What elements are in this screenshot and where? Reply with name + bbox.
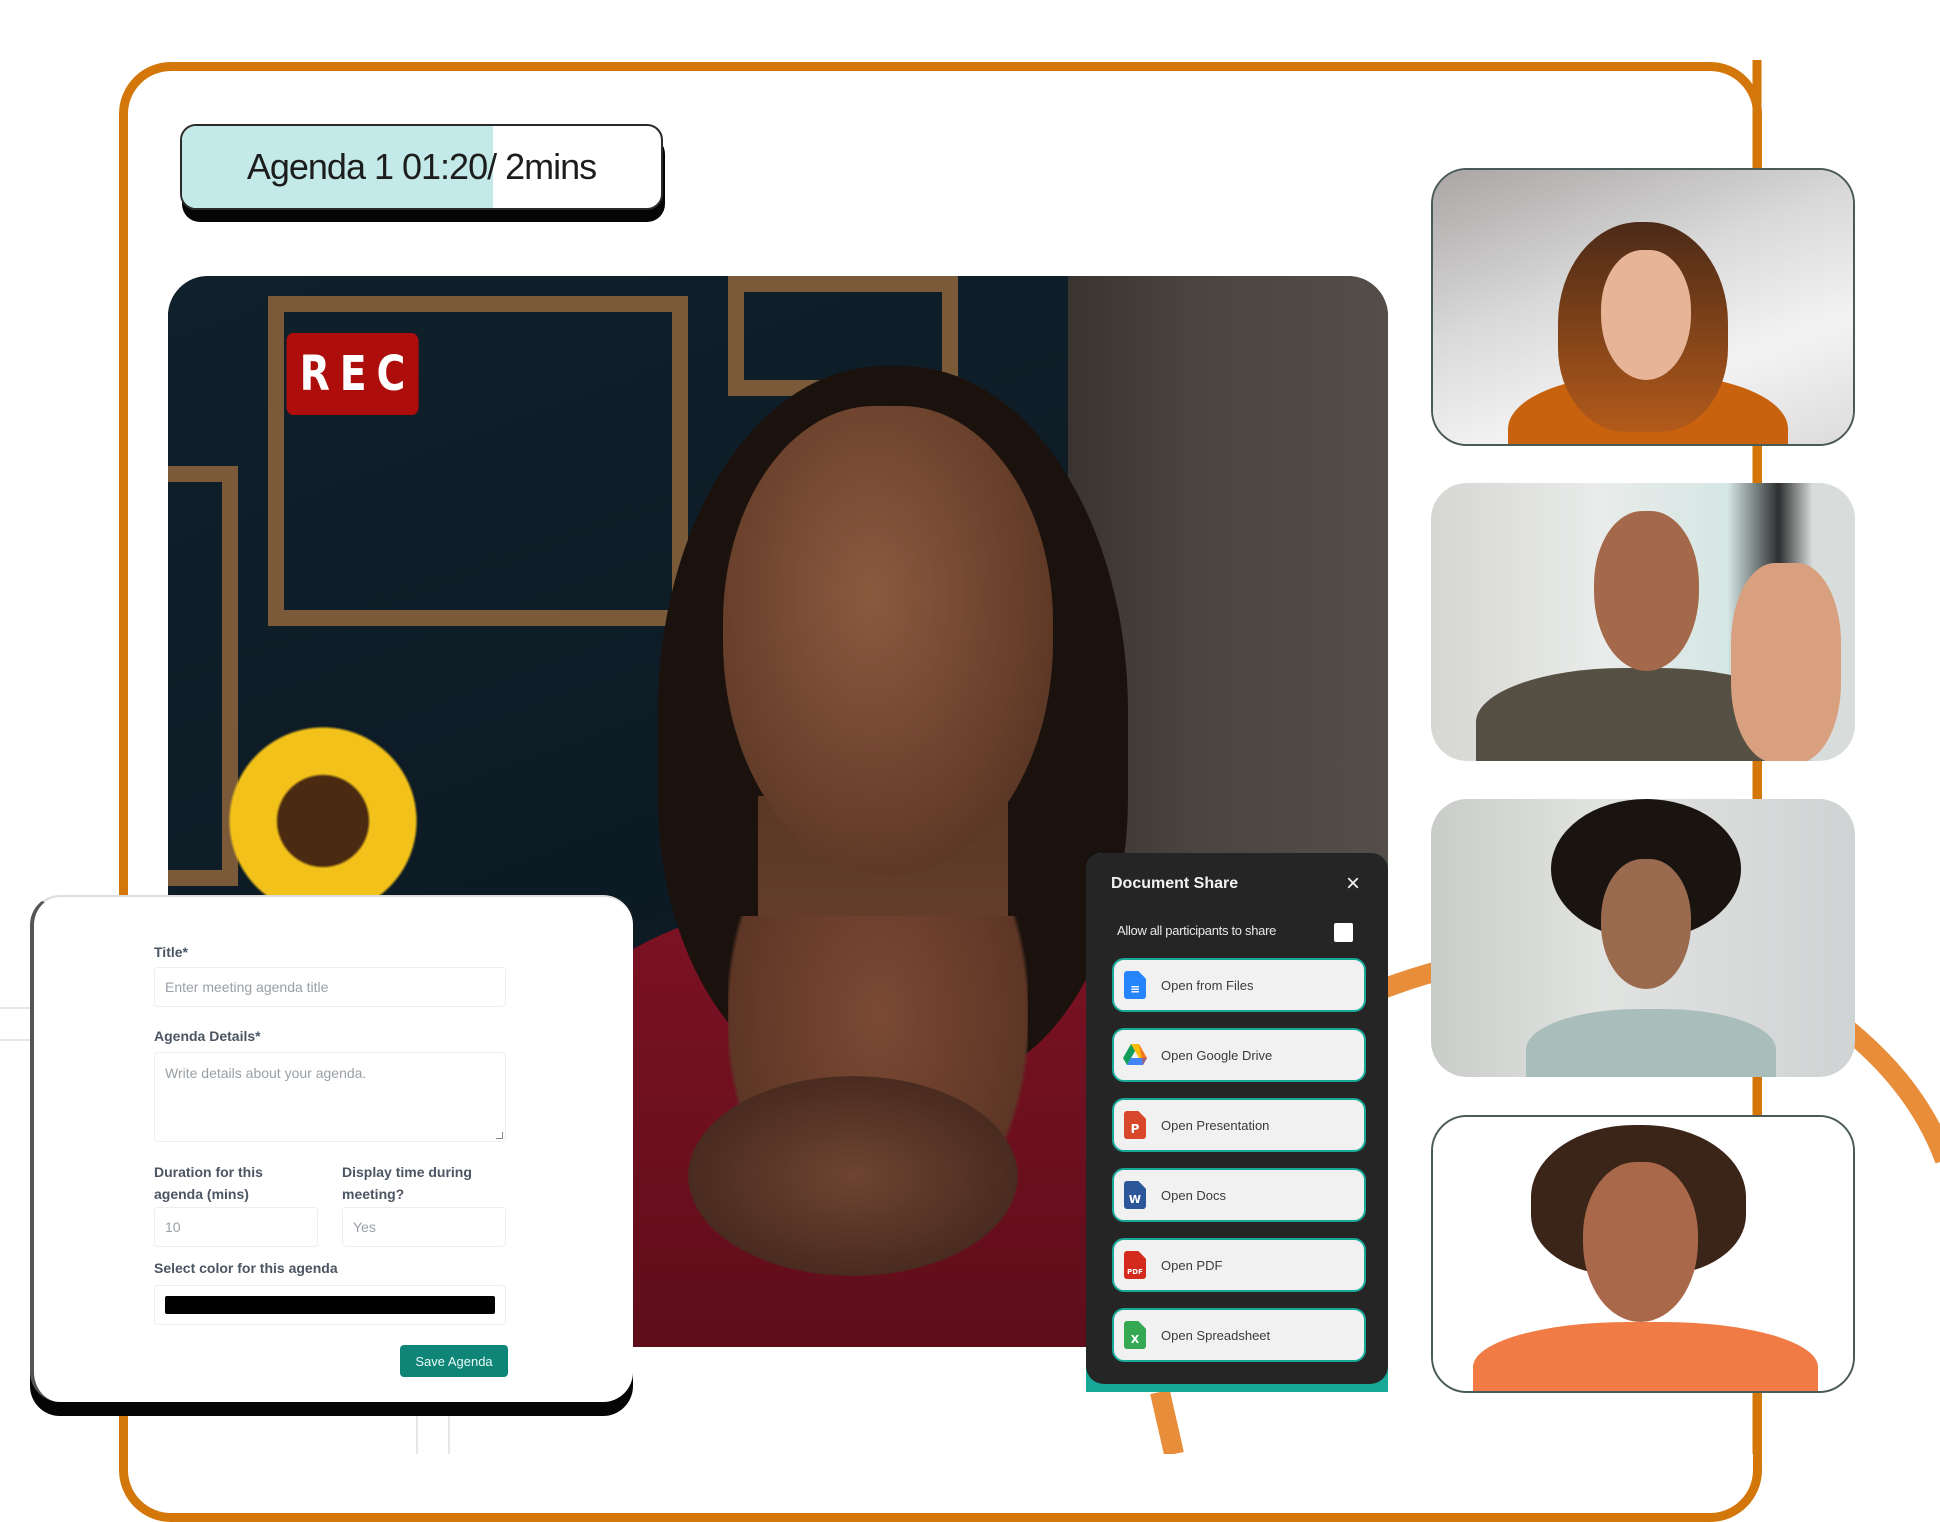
agenda-color-label: Select color for this agenda — [154, 1260, 338, 1276]
open-docs-button[interactable]: W Open Docs — [1112, 1168, 1366, 1222]
agenda-timer: Agenda 1 01:20/ 2mins — [180, 124, 665, 222]
agenda-color-picker[interactable] — [154, 1285, 506, 1325]
word-file-icon: W — [1124, 1181, 1146, 1209]
title-input[interactable]: Enter meeting agenda title — [154, 967, 506, 1007]
allow-all-checkbox[interactable] — [1334, 923, 1353, 942]
participant-tile[interactable] — [1431, 168, 1855, 446]
participant-tile[interactable] — [1431, 1115, 1855, 1393]
participant-clothing — [1473, 1322, 1818, 1391]
agenda-form-card: Title* Enter meeting agenda title Agenda… — [30, 895, 633, 1416]
excel-file-icon: X — [1124, 1321, 1146, 1349]
participant-tile[interactable] — [1431, 483, 1855, 761]
resize-handle[interactable] — [496, 1132, 503, 1139]
participant-waving-hand — [1731, 563, 1841, 761]
display-time-label: Display time during meeting? — [342, 1164, 472, 1202]
participant-clothing — [1526, 1009, 1776, 1077]
participant-tile[interactable] — [1431, 799, 1855, 1077]
document-share-body: Document Share × Allow all participants … — [1086, 853, 1388, 1384]
participant-face — [1594, 511, 1699, 671]
display-time-select[interactable]: Yes — [342, 1207, 506, 1247]
document-share-title: Document Share — [1111, 875, 1239, 892]
option-label: Open PDF — [1161, 1257, 1223, 1273]
agenda-timer-bar: Agenda 1 01:20/ 2mins — [180, 124, 663, 210]
agenda-timer-label: Agenda 1 01:20/ 2mins — [246, 146, 597, 187]
option-label: Open Google Drive — [1161, 1047, 1273, 1063]
duration-input[interactable]: 10 — [154, 1207, 318, 1247]
option-label: Open Presentation — [1161, 1117, 1270, 1133]
save-agenda-button[interactable]: Save Agenda — [400, 1345, 508, 1377]
recording-badge: REC — [286, 333, 419, 415]
open-google-drive-button[interactable]: Open Google Drive — [1112, 1028, 1366, 1082]
google-drive-icon — [1123, 1041, 1147, 1069]
option-label: Open Docs — [1161, 1187, 1227, 1203]
open-presentation-button[interactable]: P Open Presentation — [1112, 1098, 1366, 1152]
agenda-details-label: Agenda Details* — [154, 1028, 261, 1044]
agenda-details-placeholder: Write details about your agenda. — [165, 1065, 367, 1081]
powerpoint-file-icon: P — [1124, 1111, 1146, 1139]
document-share-panel: Document Share × Allow all participants … — [1086, 853, 1388, 1392]
title-label: Title* — [154, 944, 188, 960]
selected-color-swatch — [165, 1296, 495, 1314]
option-label: Open Spreadsheet — [1161, 1327, 1271, 1343]
duration-label: Duration for this agenda (mins) — [154, 1164, 263, 1202]
allow-all-label: Allow all participants to share — [1117, 923, 1277, 938]
pdf-file-icon: PDF — [1124, 1251, 1146, 1279]
open-from-files-button[interactable]: ≡ Open from Files — [1112, 958, 1366, 1012]
open-spreadsheet-button[interactable]: X Open Spreadsheet — [1112, 1308, 1366, 1362]
open-pdf-button[interactable]: PDF Open PDF — [1112, 1238, 1366, 1292]
participant-face — [1601, 859, 1691, 989]
option-label: Open from Files — [1161, 977, 1254, 993]
participant-face — [1583, 1162, 1698, 1322]
close-icon[interactable]: × — [1340, 871, 1366, 897]
speaker-hands — [688, 1076, 1018, 1276]
google-docs-file-icon: ≡ — [1124, 971, 1146, 999]
speaker-face — [723, 406, 1053, 876]
agenda-details-textarea[interactable]: Write details about your agenda. — [154, 1052, 506, 1142]
participant-face — [1601, 250, 1691, 380]
agenda-form: Title* Enter meeting agenda title Agenda… — [30, 895, 633, 1402]
